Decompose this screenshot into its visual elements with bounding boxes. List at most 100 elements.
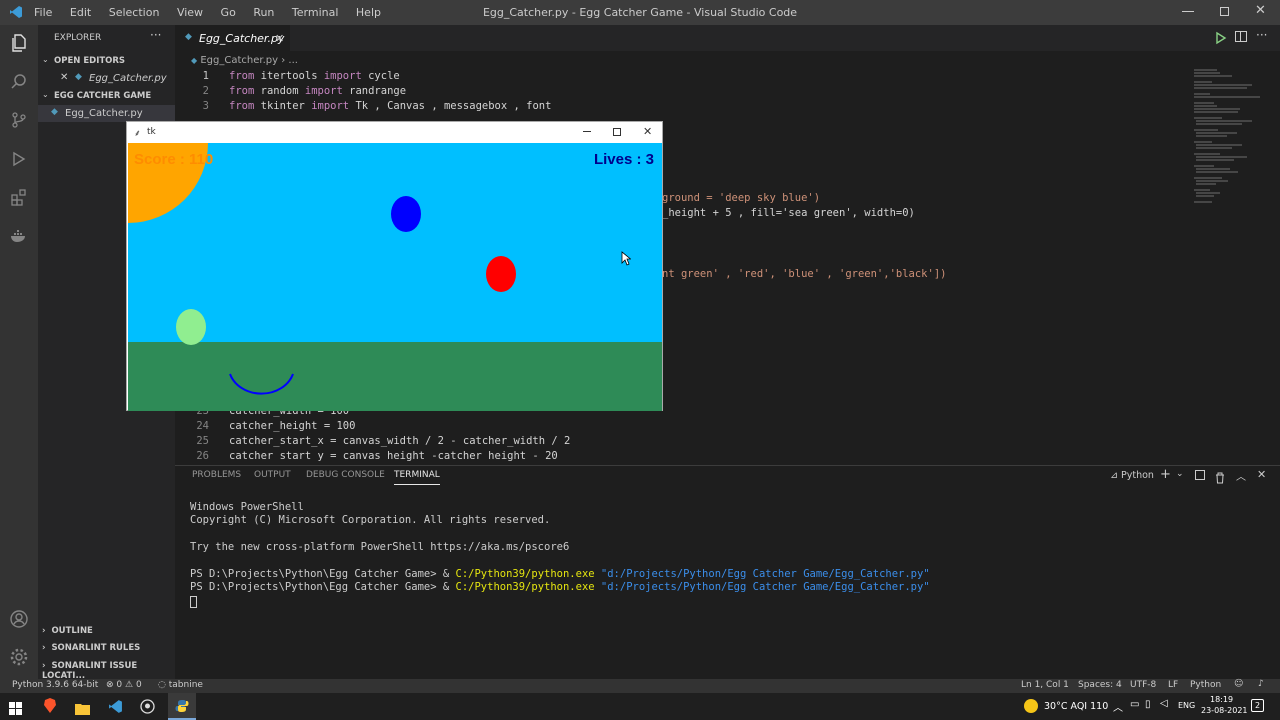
outline-section[interactable]: › OUTLINE	[42, 626, 93, 636]
brave-browser-icon[interactable]	[43, 698, 57, 718]
cursor-position[interactable]: Ln 1, Col 1	[1021, 680, 1069, 690]
more-actions-icon[interactable]: ···	[1256, 28, 1267, 42]
volume-icon[interactable]: ◁	[1160, 698, 1168, 709]
terminal-shell-name: Python	[1121, 470, 1154, 481]
tab-terminal[interactable]: TERMINAL	[394, 470, 440, 485]
chevron-down-icon[interactable]: ⌄	[42, 90, 49, 99]
new-terminal-icon[interactable]: +	[1160, 467, 1171, 482]
tk-close-icon[interactable]: ✕	[643, 125, 652, 138]
run-icon[interactable]	[1215, 30, 1227, 49]
run-debug-icon[interactable]	[7, 147, 31, 171]
code-line[interactable]: catcher_height = 100	[229, 420, 355, 432]
tab-output[interactable]: OUTPUT	[254, 470, 291, 480]
minimap[interactable]	[1192, 68, 1262, 208]
code-line-partial[interactable]: ground = 'deep sky blue')	[662, 192, 820, 204]
editor-tab[interactable]: ◆ Egg_Catcher.py ✕	[175, 25, 290, 51]
vscode-taskbar-icon[interactable]	[108, 699, 123, 718]
score-label: Score : 110	[134, 151, 213, 168]
weather-text[interactable]: 30°C AQI 110	[1044, 701, 1108, 712]
folder-section[interactable]: EGG CATCHER GAME	[54, 91, 151, 101]
code-line[interactable]: catcher_start_x = canvas_width / 2 - cat…	[229, 435, 570, 447]
code-line[interactable]: from tkinter import Tk , Canvas , messag…	[229, 100, 551, 112]
close-editor-icon[interactable]: ✕	[60, 72, 68, 83]
search-icon[interactable]	[7, 70, 31, 94]
terminal-shell-selector[interactable]: ⊿ Python	[1110, 470, 1154, 481]
line-ending[interactable]: LF	[1168, 680, 1178, 690]
settings-gear-icon[interactable]	[7, 645, 31, 669]
battery-icon[interactable]: ▯	[1145, 699, 1151, 710]
menu-help[interactable]: Help	[356, 6, 381, 19]
tk-minimize-icon[interactable]	[583, 127, 591, 132]
weather-icon[interactable]	[1024, 699, 1038, 713]
problems-indicator[interactable]: ⊗ 0 ⚠ 0	[106, 680, 142, 690]
code-line[interactable]: from random import randrange	[229, 85, 406, 97]
breadcrumb-more[interactable]: ...	[288, 55, 298, 66]
split-editor-icon[interactable]	[1235, 31, 1247, 42]
file-item[interactable]: Egg_Catcher.py	[65, 108, 143, 119]
terminal-cursor[interactable]	[190, 596, 197, 608]
sonarlint-issues-label: SONARLINT ISSUE LOCATI...	[42, 661, 138, 681]
tk-title-bar[interactable]: ⸙ tk ✕	[127, 122, 662, 143]
menu-run[interactable]: Run	[253, 6, 274, 19]
menu-edit[interactable]: Edit	[70, 6, 91, 19]
tk-game-window[interactable]: ⸙ tk ✕ Score : 110 Lives : 3	[126, 121, 663, 411]
code-line-partial[interactable]: nt green' , 'red', 'blue' , 'green','bla…	[662, 268, 946, 280]
code-line[interactable]: catcher_start_y = canvas_height -catcher…	[229, 450, 558, 461]
sonarlint-rules-section[interactable]: › SONARLINT RULES	[42, 643, 140, 653]
breadcrumb-file[interactable]: Egg_Catcher.py	[200, 55, 278, 66]
account-icon[interactable]	[7, 607, 31, 631]
notification-icon[interactable]: 2	[1251, 699, 1264, 712]
encoding[interactable]: UTF-8	[1130, 680, 1156, 690]
explorer-icon[interactable]	[7, 31, 31, 55]
tab-debug-console[interactable]: DEBUG CONSOLE	[306, 470, 385, 480]
minimize-icon[interactable]	[1182, 5, 1194, 12]
code-line-partial[interactable]: _height + 5 , fill='sea green', width=0)	[662, 207, 915, 219]
python-file-icon: ◆	[75, 72, 82, 82]
trash-icon[interactable]	[1215, 469, 1225, 488]
more-actions-icon[interactable]: ···	[150, 28, 161, 42]
menu-view[interactable]: View	[177, 6, 203, 19]
game-canvas[interactable]: Score : 110 Lives : 3	[128, 143, 662, 411]
github-desktop-icon[interactable]	[140, 699, 155, 718]
chevron-down-icon[interactable]: ⌄	[42, 55, 49, 64]
windows-start-icon[interactable]	[9, 700, 22, 719]
source-control-icon[interactable]	[7, 108, 31, 132]
file-explorer-icon[interactable]	[75, 700, 90, 719]
chevron-right-icon: ›	[42, 626, 46, 636]
bell-icon[interactable]: ♪	[1258, 679, 1264, 689]
tray-chevron-up-icon[interactable]: ︿	[1113, 699, 1123, 714]
clock-time[interactable]: 18:19	[1210, 695, 1233, 704]
code-line[interactable]: from itertools import cycle	[229, 70, 400, 82]
restore-icon[interactable]	[1220, 7, 1229, 16]
menu-file[interactable]: File	[34, 6, 52, 19]
python-interpreter[interactable]: Python 3.9.6 64-bit	[12, 680, 98, 690]
chevron-right-icon: ›	[42, 661, 46, 671]
open-editors-section[interactable]: OPEN EDITORS	[54, 56, 125, 66]
sonarlint-issues-section[interactable]: › SONARLINT ISSUE LOCATI...	[42, 661, 175, 681]
language-mode[interactable]: Python	[1190, 680, 1221, 690]
clock-date[interactable]: 23-08-2021	[1201, 706, 1248, 715]
warning-count: 0	[135, 680, 142, 690]
close-tab-icon[interactable]: ✕	[275, 32, 284, 45]
menu-go[interactable]: Go	[221, 6, 236, 19]
close-panel-icon[interactable]: ✕	[1257, 468, 1266, 481]
split-terminal-icon[interactable]	[1195, 470, 1205, 480]
tab-problems[interactable]: PROBLEMS	[192, 470, 241, 480]
tabnine-status[interactable]: ◌ tabnine	[158, 680, 203, 690]
maximize-panel-icon[interactable]: ︿	[1236, 468, 1246, 483]
close-icon[interactable]: ✕	[1255, 3, 1266, 18]
code-keyword: from	[229, 85, 255, 97]
tk-maximize-icon[interactable]	[613, 128, 621, 136]
extensions-icon[interactable]	[7, 185, 31, 209]
docker-icon[interactable]	[7, 224, 31, 248]
python-tk-taskbar-icon[interactable]	[168, 693, 196, 720]
open-editor-item[interactable]: Egg_Catcher.py	[89, 73, 167, 84]
feedback-icon[interactable]: ☺	[1234, 679, 1243, 689]
chevron-down-icon[interactable]: ⌄	[1176, 469, 1184, 479]
menu-selection[interactable]: Selection	[109, 6, 160, 19]
indentation[interactable]: Spaces: 4	[1078, 680, 1122, 690]
input-language[interactable]: ENG	[1178, 701, 1195, 710]
menu-terminal[interactable]: Terminal	[292, 6, 339, 19]
network-icon[interactable]: ▭	[1130, 699, 1139, 710]
terminal-prompt: PS D:\Projects\Python\Egg Catcher Game> …	[190, 568, 456, 580]
